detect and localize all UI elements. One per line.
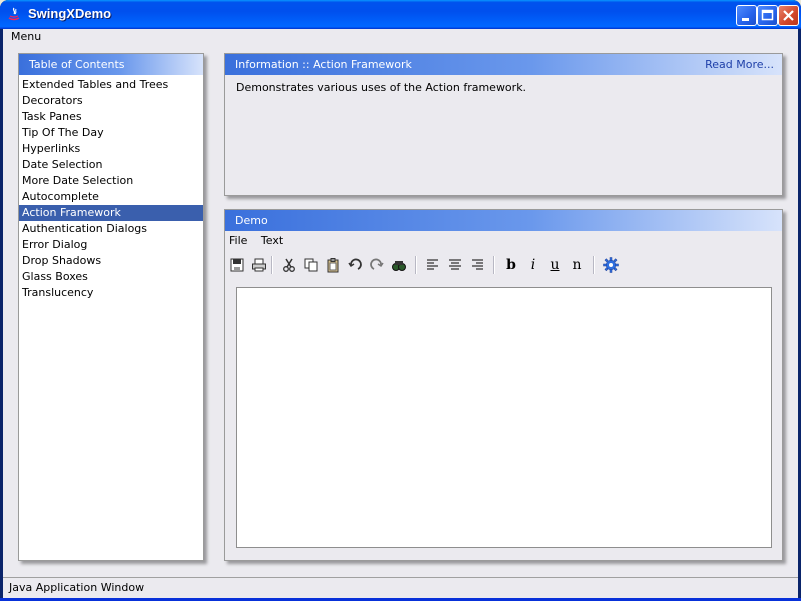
toc-item[interactable]: Translucency <box>19 285 203 301</box>
toc-item[interactable]: Hyperlinks <box>19 141 203 157</box>
cut-icon[interactable] <box>279 255 299 275</box>
copy-icon[interactable] <box>301 255 321 275</box>
read-more-link[interactable]: Read More... <box>705 54 774 75</box>
table-of-contents-panel: Table of Contents Extended Tables and Tr… <box>18 53 204 561</box>
status-text: Java Application Window <box>9 581 145 594</box>
window-title: SwingXDemo <box>28 6 112 21</box>
menu-menu[interactable]: Menu <box>11 29 41 45</box>
java-app-icon <box>6 6 22 22</box>
title-bar[interactable]: SwingXDemo <box>0 0 801 29</box>
paste-icon[interactable] <box>323 255 343 275</box>
align-right-icon[interactable] <box>467 255 487 275</box>
align-center-icon[interactable] <box>445 255 465 275</box>
toc-item[interactable]: Drop Shadows <box>19 253 203 269</box>
align-left-icon[interactable] <box>423 255 443 275</box>
demo-title: Demo <box>235 214 268 227</box>
info-title: Information :: Action Framework <box>235 58 412 71</box>
minimize-button[interactable] <box>736 5 757 26</box>
information-panel: Information :: Action Framework Read Mor… <box>224 53 783 196</box>
toc-item[interactable]: Authentication Dialogs <box>19 221 203 237</box>
close-button[interactable] <box>778 5 799 26</box>
bold-button[interactable]: b <box>501 255 521 275</box>
toc-list: Extended Tables and Trees Decorators Task … <box>19 77 203 560</box>
toc-item[interactable]: Autocomplete <box>19 189 203 205</box>
toc-header: Table of Contents <box>19 54 203 75</box>
toc-item[interactable]: Task Panes <box>19 109 203 125</box>
info-header: Information :: Action Framework Read Mor… <box>225 54 782 75</box>
toolbar-separator <box>415 256 417 274</box>
normal-text-button[interactable]: n <box>567 255 587 275</box>
demo-panel: Demo File Text b i u n <box>224 209 783 561</box>
print-icon[interactable] <box>249 255 269 275</box>
toc-item[interactable]: Tip Of The Day <box>19 125 203 141</box>
application-window: SwingXDemo Menu Table of Contents Extend… <box>0 0 801 601</box>
toolbar-separator <box>271 256 273 274</box>
client-area: Menu Table of Contents Extended Tables a… <box>3 29 798 598</box>
toc-title: Table of Contents <box>29 58 125 71</box>
underline-button[interactable]: u <box>545 255 565 275</box>
demo-menu-file[interactable]: File <box>229 233 247 249</box>
demo-toolbar: b i u n <box>227 254 772 278</box>
status-bar: Java Application Window <box>3 577 798 598</box>
menu-bar: Menu <box>3 29 798 45</box>
demo-menu-bar: File Text <box>229 233 293 249</box>
save-icon[interactable] <box>227 255 247 275</box>
demo-menu-text[interactable]: Text <box>261 233 283 249</box>
toc-item[interactable]: Action Framework <box>19 205 203 221</box>
toc-item[interactable]: More Date Selection <box>19 173 203 189</box>
info-description: Demonstrates various uses of the Action … <box>236 81 527 94</box>
toc-item[interactable]: Decorators <box>19 93 203 109</box>
toolbar-separator <box>593 256 595 274</box>
italic-button[interactable]: i <box>523 255 543 275</box>
undo-icon[interactable] <box>345 255 365 275</box>
toc-item[interactable]: Error Dialog <box>19 237 203 253</box>
text-editor-area[interactable] <box>236 287 772 548</box>
toolbar-separator <box>493 256 495 274</box>
toc-item[interactable]: Date Selection <box>19 157 203 173</box>
toc-item[interactable]: Extended Tables and Trees <box>19 77 203 93</box>
settings-gear-icon[interactable] <box>601 255 621 275</box>
redo-icon[interactable] <box>367 255 387 275</box>
toc-item[interactable]: Glass Boxes <box>19 269 203 285</box>
find-icon[interactable] <box>389 255 409 275</box>
demo-header: Demo <box>225 210 782 231</box>
maximize-button[interactable] <box>757 5 778 26</box>
